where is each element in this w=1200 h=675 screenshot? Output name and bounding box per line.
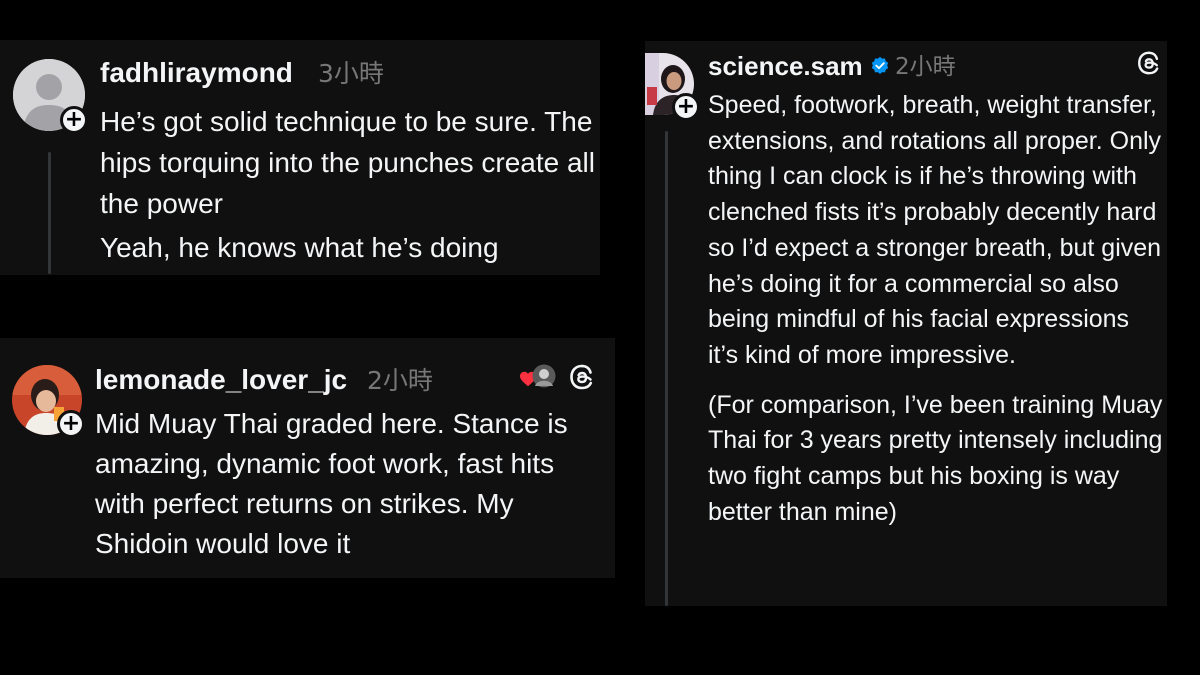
timestamp: 2小時 bbox=[367, 366, 433, 395]
timestamp: 3小時 bbox=[318, 59, 384, 88]
threads-logo-icon bbox=[1138, 51, 1159, 75]
comment-text: He’s got solid technique to be sure. The… bbox=[100, 101, 596, 268]
username[interactable]: science.sam bbox=[708, 50, 863, 82]
liked-by-author-indicator bbox=[519, 362, 559, 390]
threads-logo-icon bbox=[570, 364, 593, 390]
comment-text: Speed, footwork, breath, weight transfer… bbox=[708, 88, 1163, 530]
threads-icon[interactable] bbox=[1136, 50, 1162, 76]
threads-icon[interactable] bbox=[568, 363, 596, 391]
thread-line bbox=[665, 131, 668, 606]
comment-paragraph: (For comparison, I’ve been training Muay… bbox=[708, 390, 1163, 526]
username[interactable]: lemonade_lover_jc bbox=[95, 363, 347, 397]
username[interactable]: fadhliraymond bbox=[100, 56, 293, 90]
comment-paragraph: Yeah, he knows what he’s doing bbox=[100, 232, 499, 263]
comment-paragraph: Speed, footwork, breath, weight transfer… bbox=[708, 91, 1162, 369]
thread-line bbox=[48, 152, 51, 274]
comment-text: Mid Muay Thai graded here. Stance is ama… bbox=[95, 404, 603, 564]
author-avatar-icon bbox=[532, 364, 556, 388]
comment-card-lemonade-lover-jc: + lemonade_lover_jc 2小時 Mid Muay Thai gr… bbox=[0, 338, 615, 578]
comment-paragraph: He’s got solid technique to be sure. The… bbox=[100, 106, 595, 219]
comment-paragraph: Mid Muay Thai graded here. Stance is ama… bbox=[95, 408, 568, 559]
verified-badge-icon bbox=[871, 56, 889, 74]
follow-plus-icon[interactable]: + bbox=[672, 93, 700, 121]
comment-card-fadhliraymond: + fadhliraymond 3小時 He’s got solid techn… bbox=[0, 40, 600, 275]
follow-plus-icon[interactable]: + bbox=[60, 106, 88, 134]
comment-card-science-sam: + science.sam 2小時 Speed, footwork, breat… bbox=[645, 41, 1167, 606]
timestamp: 2小時 bbox=[895, 54, 956, 80]
follow-plus-icon[interactable]: + bbox=[57, 410, 85, 438]
